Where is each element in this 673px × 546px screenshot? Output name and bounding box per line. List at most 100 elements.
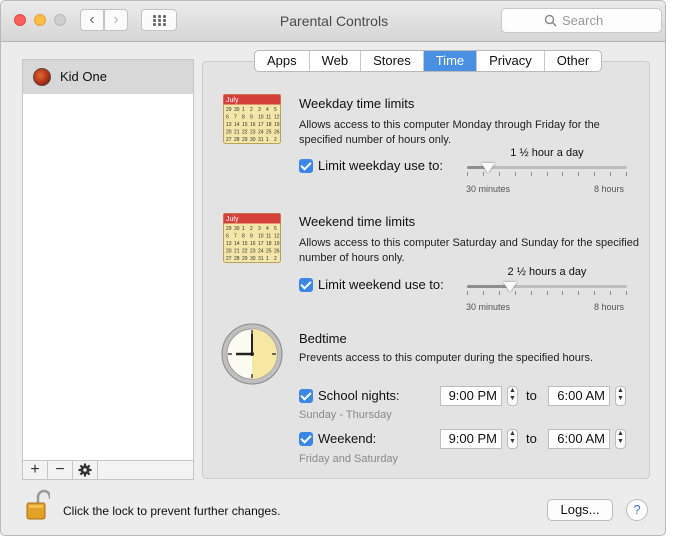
calendar-day: 29 [226,107,232,113]
calendar-day: 9 [250,234,253,240]
help-button[interactable]: ? [626,499,648,521]
slider-tick [626,291,627,295]
school-nights-days: Sunday - Thursday [299,409,392,421]
calendar-day: 22 [242,249,248,255]
calendar-day: 31 [258,137,264,143]
to-label: to [526,388,537,403]
calendar-day: 25 [266,130,272,136]
calendar-day: 23 [250,249,256,255]
tab-other[interactable]: Other [545,51,602,71]
calendar-day: 21 [234,249,240,255]
limit-weekend-label: Limit weekend use to: [318,277,444,292]
weekend-limit-value: 2 ½ hours a day [507,266,587,278]
calendar-day: 18 [266,241,272,247]
calendar-day: 23 [250,130,256,136]
parental-controls-window: ‹ › Parental Controls Search Kid One + − [0,0,666,536]
school-nights-end-stepper[interactable]: ▲ ▼ [615,386,626,406]
bedtime-description: Prevents access to this computer during … [299,352,594,364]
calendar-day: 30 [234,226,240,232]
slider-tick [467,172,468,176]
slider-tick [594,172,596,176]
clock-icon [221,323,283,385]
calendar-day: 22 [242,130,248,136]
calendar-day: 13 [226,241,232,247]
calendar-day: 15 [242,122,248,128]
weekend-end-time[interactable]: 6:00 AM [548,429,610,449]
calendar-day: 1 [242,226,245,232]
calendar-day: 29 [242,256,248,262]
calendar-day: 5 [274,107,277,113]
calendar-day: 10 [258,115,264,121]
school-nights-start-stepper[interactable]: ▲ ▼ [507,386,518,406]
logs-button[interactable]: Logs... [547,499,613,521]
slider-tick [467,291,468,295]
calendar-day: 26 [274,249,280,255]
tab-web[interactable]: Web [310,51,362,71]
calendar-day: 11 [266,115,271,121]
calendar-day: 30 [250,256,256,262]
calendar-icon: July 29 30 1 2 3 4 56 7 8 9 10 11 1213 14 15 16 17 18 1920… [223,94,281,144]
tab-stores[interactable]: Stores [361,51,424,71]
slider-tick [562,291,564,295]
calendar-day: 20 [226,249,232,255]
add-user-button[interactable]: + [23,461,48,479]
weekday-limit-value: 1 ½ hour a day [510,147,584,159]
slider-tick [594,291,596,295]
school-nights-end-time[interactable]: 6:00 AM [548,386,610,406]
user-name: Kid One [60,69,107,84]
search-field[interactable]: Search [501,8,662,33]
slider-tick [514,291,516,295]
calendar-day: 17 [258,241,264,247]
search-icon [544,14,557,27]
school-nights-checkbox[interactable] [299,389,313,403]
calendar-day: 7 [234,234,237,240]
weekday-limits-title: Weekday time limits [299,96,415,111]
calendar-day: 4 [266,107,269,113]
lock-icon[interactable] [26,489,50,521]
tab-apps[interactable]: Apps [255,51,310,71]
calendar-day: 10 [258,234,264,240]
slider-tick [578,291,580,295]
slider-tick [482,172,484,176]
limit-weekday-checkbox[interactable] [299,159,313,173]
slider-tick [610,291,612,295]
weekend-bedtime-checkbox[interactable] [299,432,313,446]
weekend-end-stepper[interactable]: ▲ ▼ [615,429,626,449]
calendar-day: 24 [258,130,264,136]
user-actions-button[interactable] [73,461,98,479]
user-row-kid-one[interactable]: Kid One [23,60,193,94]
weekday-slider[interactable] [467,162,627,182]
weekend-start-stepper[interactable]: ▲ ▼ [507,429,518,449]
calendar-day: 12 [274,234,280,240]
tab-time[interactable]: Time [423,51,478,71]
weekday-max-label: 8 hours [594,184,625,194]
user-list-toolbar: + − [22,460,194,480]
weekend-slider[interactable] [467,281,627,301]
svg-text:July: July [226,216,239,223]
school-nights-start-time[interactable]: 9:00 PM [440,386,502,406]
time-panel: July 29 30 1 2 3 4 5 6 7 8 9 10 11 12 13 14 15 16 17 18 19 20… [202,61,650,479]
calendar-day: 13 [226,122,232,128]
limit-weekday-label: Limit weekday use to: [318,158,444,173]
calendar-day: 4 [266,226,269,232]
weekend-bedtime-label: Weekend: [318,431,377,446]
remove-user-button[interactable]: − [48,461,73,479]
calendar-day: 28 [234,256,240,262]
calendar-day: 2 [274,137,277,143]
titlebar: ‹ › Parental Controls Search [1,1,665,42]
gear-icon [78,463,92,477]
slider-tick [578,172,580,176]
calendar-day: 1 [242,107,245,113]
weekend-start-time[interactable]: 9:00 PM [440,429,502,449]
slider-tick [498,172,500,176]
calendar-day: 9 [250,115,253,121]
calendar-day: 28 [234,137,240,143]
calendar-day: 26 [274,130,280,136]
tab-bar: Apps Web Stores Time Privacy Other [254,50,603,72]
calendar-day: 2 [250,107,253,113]
tab-privacy[interactable]: Privacy [477,51,545,71]
calendar-day: 5 [274,226,277,232]
calendar-day: 25 [266,249,272,255]
limit-weekend-checkbox[interactable] [299,278,313,292]
calendar-day: 31 [258,256,264,262]
